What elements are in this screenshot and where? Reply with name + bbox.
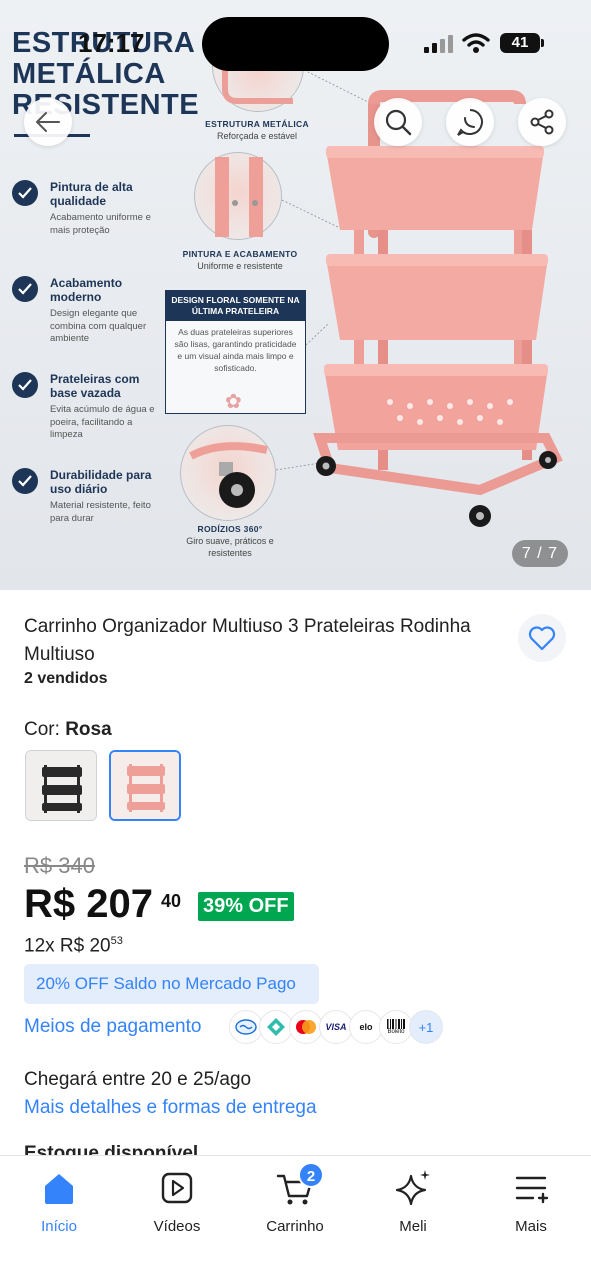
status-time: 17:17 [78, 28, 145, 58]
nav-item-mais[interactable]: Mais [472, 1168, 590, 1235]
menu-plus-icon [515, 1176, 549, 1204]
mercado-pago-icon [229, 1010, 263, 1044]
bottom-navigation: Início Vídeos 2 Carrinho Meli Mais [0, 1155, 591, 1280]
boleto-icon: Boleto [379, 1010, 413, 1044]
visa-icon: VISA [319, 1010, 353, 1044]
color-swatch-black[interactable] [25, 750, 97, 821]
sold-count: 2 vendidos [24, 670, 108, 687]
video-play-icon [161, 1172, 193, 1204]
nav-label: Meli [399, 1218, 427, 1235]
installments-value: 12x R$ 20 [24, 935, 111, 957]
favorite-button[interactable] [518, 614, 566, 662]
nav-item-carrinho[interactable]: 2 Carrinho [236, 1162, 354, 1235]
color-value: Rosa [65, 719, 112, 740]
cart-count-badge: 2 [298, 1162, 324, 1188]
pix-icon [259, 1010, 293, 1044]
saldo-promo-badge: 20% OFF Saldo no Mercado Pago [24, 964, 319, 1004]
arrow-left-icon [36, 112, 60, 132]
product-cart-image [313, 90, 563, 527]
nav-label: Mais [515, 1218, 547, 1235]
original-price: R$ 340 [24, 853, 95, 878]
search-icon [385, 109, 412, 136]
delivery-estimate: Chegará entre 20 e 25/ago [24, 1069, 252, 1090]
product-title: Carrinho Organizador Multiuso 3 Pratelei… [24, 616, 471, 665]
battery-icon: 41 [500, 33, 544, 53]
nav-label: Carrinho [266, 1218, 324, 1235]
mastercard-icon [289, 1010, 323, 1044]
more-payment-methods[interactable]: +1 [409, 1010, 443, 1044]
installments-cents: 53 [110, 935, 123, 947]
elo-icon: elo [349, 1010, 383, 1044]
home-icon [45, 1174, 73, 1204]
heart-icon [528, 626, 556, 651]
whatsapp-share-button[interactable] [446, 98, 494, 146]
color-swatch-pink[interactable] [109, 750, 181, 821]
current-price-cents: 40 [161, 891, 182, 911]
color-selector-label: Cor: Rosa [24, 719, 112, 741]
installments: 12x R$ 2053 [24, 935, 123, 957]
dynamic-island [202, 17, 389, 71]
payment-icons[interactable]: VISA elo Boleto +1 [229, 1010, 443, 1046]
pink-cart-thumbnail [111, 752, 179, 819]
share-icon [530, 109, 554, 135]
boleto-label: Boleto [387, 1029, 405, 1035]
payment-methods-link[interactable]: Meios de pagamento [24, 1016, 201, 1038]
delivery-details-link[interactable]: Mais detalhes e formas de entrega [24, 1097, 317, 1119]
share-button[interactable] [518, 98, 566, 146]
nav-item-videos[interactable]: Vídeos [118, 1168, 236, 1235]
black-cart-thumbnail [26, 751, 96, 820]
search-button[interactable] [374, 98, 422, 146]
image-counter: 7 / 7 [512, 540, 568, 567]
current-price: R$ 207 [24, 882, 153, 926]
nav-label: Início [41, 1218, 77, 1235]
whatsapp-icon [457, 109, 483, 136]
back-button[interactable] [24, 98, 72, 146]
discount-badge: 39% OFF [198, 892, 294, 921]
sparkle-icon [395, 1170, 430, 1206]
color-label: Cor: [24, 719, 66, 740]
nav-label: Vídeos [153, 1218, 201, 1235]
nav-item-inicio[interactable]: Início [0, 1168, 118, 1235]
status-bar: 17:17 41 [0, 0, 591, 80]
cellular-signal-icon [424, 35, 453, 53]
product-image-gallery[interactable]: ESTRUTURA METÁLICA RESISTENTE Pintura de… [0, 0, 591, 590]
nav-item-meli[interactable]: Meli [354, 1168, 472, 1235]
wifi-icon [462, 33, 490, 53]
